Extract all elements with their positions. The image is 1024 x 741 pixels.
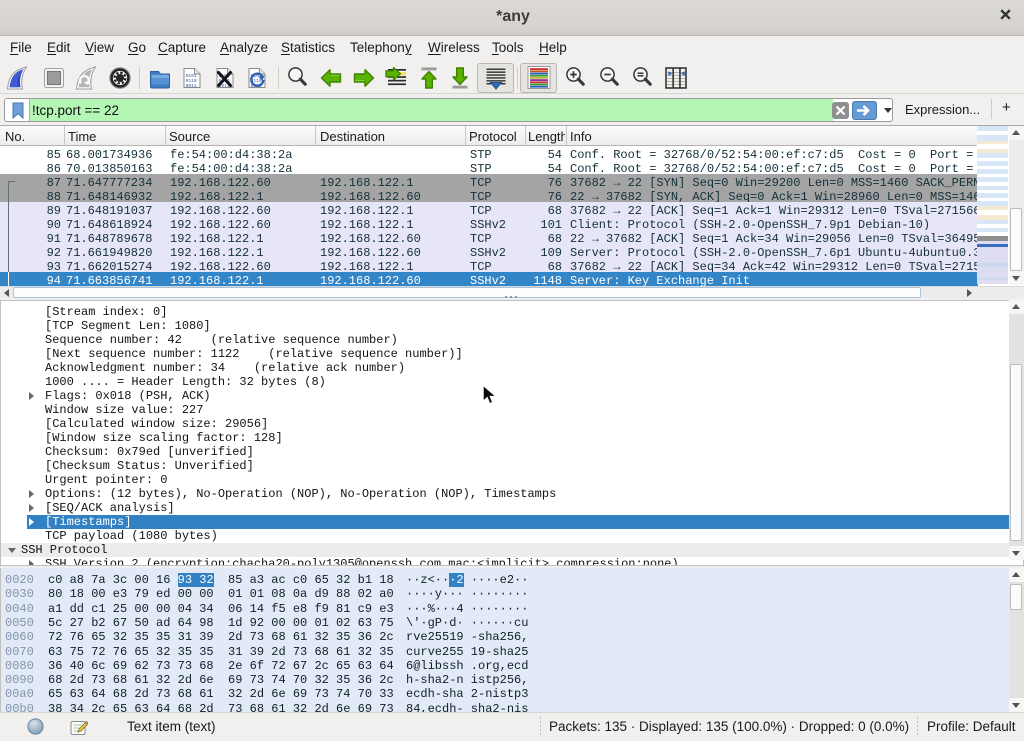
svg-text:0011: 0011	[186, 83, 197, 89]
